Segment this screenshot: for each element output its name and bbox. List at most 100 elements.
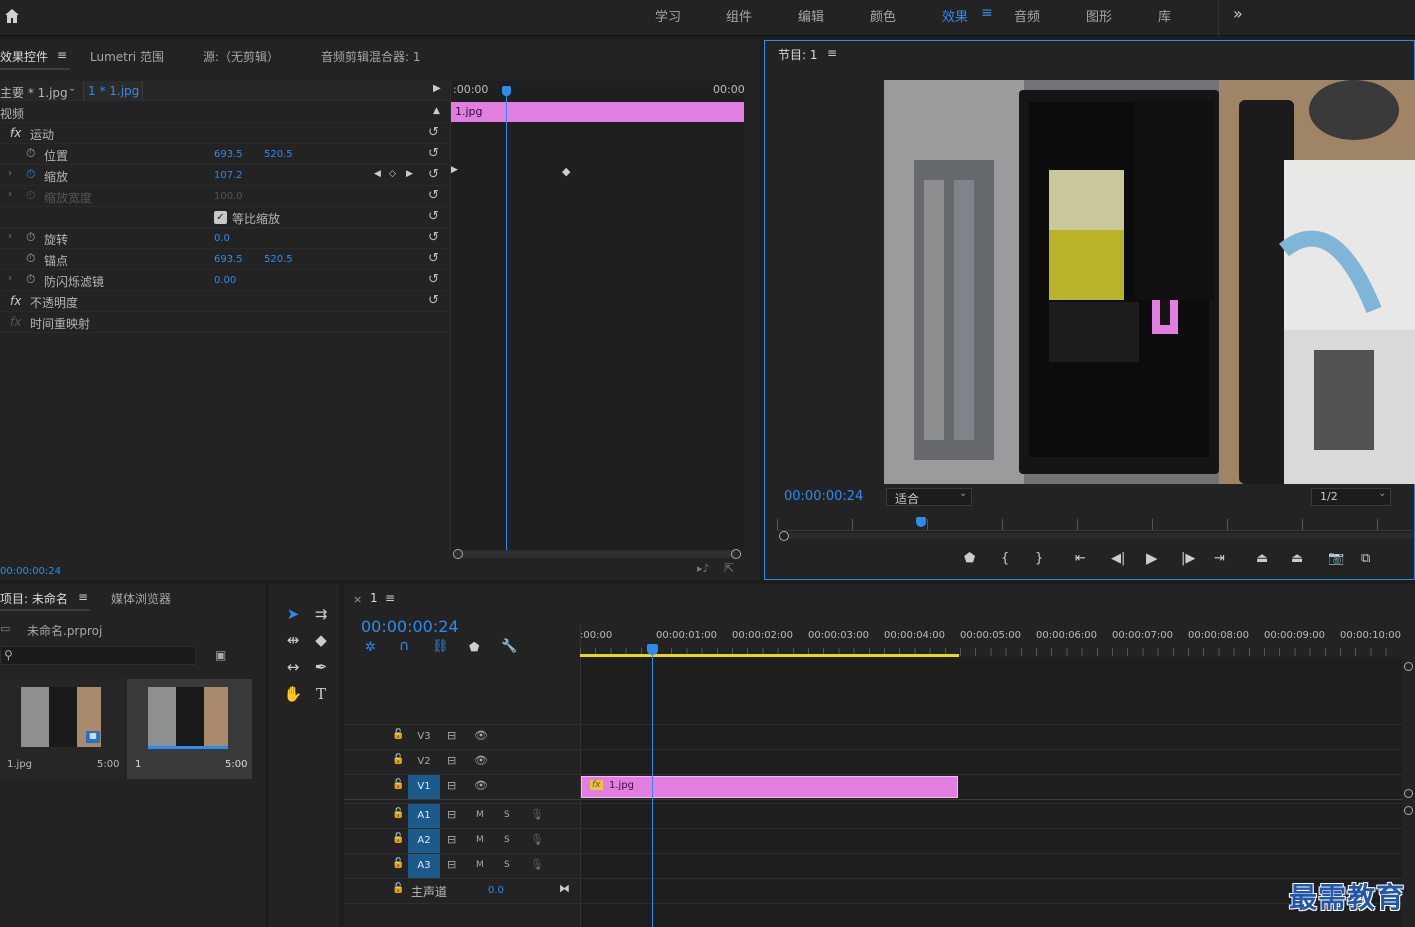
program-video-frame[interactable]	[884, 80, 1415, 484]
snap-magnet-icon[interactable]: ∩	[399, 638, 409, 654]
expand-chevron-icon[interactable]: ›	[8, 189, 12, 200]
export-icon[interactable]: ⇱	[724, 561, 734, 575]
play-icon[interactable]: ▶	[1146, 549, 1158, 567]
mini-timeline[interactable]: :00:00 00:00 1.jpg ▶ ◆	[450, 81, 745, 551]
compare-view-icon[interactable]: ⧉	[1361, 551, 1370, 566]
slip-tool-icon[interactable]: ↔	[281, 655, 305, 679]
program-timecode[interactable]: 00:00:00:24	[784, 489, 863, 504]
project-item-2[interactable]: 1 5:00	[127, 679, 252, 779]
scroll-handle[interactable]	[1404, 806, 1413, 815]
effect-tab-menu-icon[interactable]: ≡	[57, 48, 67, 62]
anchor-x-value[interactable]: 693.5	[214, 254, 243, 265]
track-header-v2[interactable]: 🔓 V2 ⊟ 👁	[344, 750, 580, 774]
tab-project[interactable]: 项目: 未命名	[0, 590, 68, 607]
nav-audio[interactable]: 音频	[1014, 6, 1040, 25]
mark-out-icon[interactable]: }	[1035, 551, 1043, 566]
scroll-handle[interactable]	[1404, 662, 1413, 671]
wrench-settings-icon[interactable]: 🔧	[501, 639, 517, 654]
stopwatch-active-icon[interactable]: ⏱	[26, 167, 35, 182]
program-ruler[interactable]	[777, 519, 1413, 531]
mini-scrollbar[interactable]	[453, 549, 741, 559]
track-select-tool-icon[interactable]: ⇉	[309, 602, 333, 626]
track-header-a3[interactable]: 🔓 A3 ⊟ M S 🎙	[344, 854, 580, 878]
reset-icon[interactable]: ↺	[428, 230, 439, 245]
resolution-select[interactable]: 1/2 ⌄	[1311, 488, 1391, 506]
lift-icon[interactable]: ⏏	[1256, 551, 1268, 566]
nav-assembly[interactable]: 组件	[726, 6, 752, 25]
timeline-clip-v1[interactable]: fx 1.jpg	[581, 776, 958, 798]
sequence-tab[interactable]: 1	[370, 591, 378, 605]
tab-media-browser[interactable]: 媒体浏览器	[111, 590, 171, 607]
nav-color[interactable]: 颜色	[870, 6, 896, 25]
nav-effects-menu-icon[interactable]: ≡	[981, 5, 993, 21]
project-search-input[interactable]: ⚲	[0, 646, 196, 665]
selection-tool-icon[interactable]: ➤	[281, 602, 305, 626]
play-only-arrow-icon[interactable]: ▶	[433, 83, 441, 94]
track-header-a2[interactable]: 🔓 A2 ⊟ M S 🎙	[344, 829, 580, 853]
lock-icon[interactable]: 🔓	[392, 883, 404, 894]
expand-chevron-icon[interactable]: ›	[8, 168, 12, 179]
zoom-handle-left[interactable]	[779, 531, 789, 541]
program-menu-icon[interactable]: ≡	[827, 46, 837, 60]
mini-clip-bar[interactable]: 1.jpg	[451, 102, 744, 122]
sync-lock-icon[interactable]: ⊟	[447, 779, 456, 792]
mute-button[interactable]: M	[476, 835, 484, 845]
stopwatch-icon[interactable]: ⏱	[26, 272, 35, 287]
step-forward-icon[interactable]: |▶	[1181, 551, 1195, 566]
mute-button[interactable]: M	[476, 860, 484, 870]
position-y-value[interactable]: 520.5	[264, 149, 293, 160]
hand-tool-icon[interactable]: ✋	[281, 682, 305, 706]
sync-lock-icon[interactable]: ⊟	[447, 833, 456, 846]
export-frame-camera-icon[interactable]: 📷	[1328, 551, 1344, 566]
microphone-icon[interactable]: 🎙	[530, 858, 544, 871]
stopwatch-icon[interactable]: ⏱	[26, 251, 35, 266]
home-icon[interactable]	[3, 7, 21, 25]
go-to-end-icon[interactable]: ⧓	[559, 882, 570, 895]
solo-button[interactable]: S	[504, 835, 510, 845]
add-marker-icon[interactable]: ⬟	[964, 551, 975, 566]
reset-icon[interactable]: ↺	[428, 209, 439, 224]
position-x-value[interactable]: 693.5	[214, 149, 243, 160]
keyframe-diamond-icon[interactable]: ◆	[562, 165, 570, 178]
nav-graphics[interactable]: 图形	[1086, 6, 1112, 25]
step-back-icon[interactable]: ◀|	[1111, 551, 1125, 566]
eye-icon[interactable]: 👁	[474, 779, 488, 792]
track-name[interactable]: A1	[408, 804, 440, 828]
scroll-handle[interactable]	[1404, 789, 1413, 798]
motion-row[interactable]: ⌄ fx 运动 ↺	[0, 123, 449, 144]
prev-keyframe-icon[interactable]: ◀	[374, 169, 381, 179]
anchor-y-value[interactable]: 520.5	[264, 254, 293, 265]
track-name[interactable]: A3	[408, 854, 440, 878]
reset-icon[interactable]: ↺	[428, 293, 439, 308]
go-to-in-icon[interactable]: ⇤	[1075, 551, 1086, 566]
time-remap-row[interactable]: fx 时间重映射	[0, 312, 449, 333]
mini-playhead-handle[interactable]	[502, 86, 511, 96]
mark-in-icon[interactable]: {	[1001, 551, 1009, 566]
program-zoom-bar[interactable]	[779, 531, 1413, 541]
nav-edit[interactable]: 编辑	[798, 6, 824, 25]
go-to-out-icon[interactable]: ⇥	[1214, 551, 1225, 566]
filter-audio-icon[interactable]: ▸♪	[697, 562, 710, 575]
scroll-handle-right[interactable]	[731, 549, 741, 559]
lock-icon[interactable]: 🔓	[392, 729, 404, 740]
uniform-scale-checkbox[interactable]: ✓	[214, 211, 227, 224]
master-volume-value[interactable]: 0.0	[488, 885, 504, 896]
lock-icon[interactable]: 🔓	[392, 779, 404, 790]
rotation-value[interactable]: 0.0	[214, 233, 230, 244]
sync-lock-icon[interactable]: ⊟	[447, 754, 456, 767]
pen-tool-icon[interactable]: ✒	[309, 655, 333, 679]
effect-timecode[interactable]: 00:00:00:24	[0, 566, 61, 577]
microphone-icon[interactable]: 🎙	[530, 808, 544, 821]
reset-icon[interactable]: ↺	[428, 146, 439, 161]
expand-chevron-icon[interactable]: ›	[8, 273, 12, 284]
nav-more-icon[interactable]: »	[1233, 4, 1243, 23]
track-header-master[interactable]: 🔓 主声道 0.0 ⧓	[344, 879, 580, 903]
tab-effect-controls[interactable]: 效果控件	[0, 48, 48, 65]
lock-icon[interactable]: 🔓	[392, 808, 404, 819]
track-name[interactable]: V2	[408, 750, 440, 774]
lock-icon[interactable]: 🔓	[392, 754, 404, 765]
razor-tool-icon[interactable]: ◆	[309, 628, 333, 652]
tab-source[interactable]: 源:（无剪辑）	[203, 48, 279, 65]
track-name[interactable]: V3	[408, 725, 440, 749]
flicker-value[interactable]: 0.00	[214, 275, 236, 286]
